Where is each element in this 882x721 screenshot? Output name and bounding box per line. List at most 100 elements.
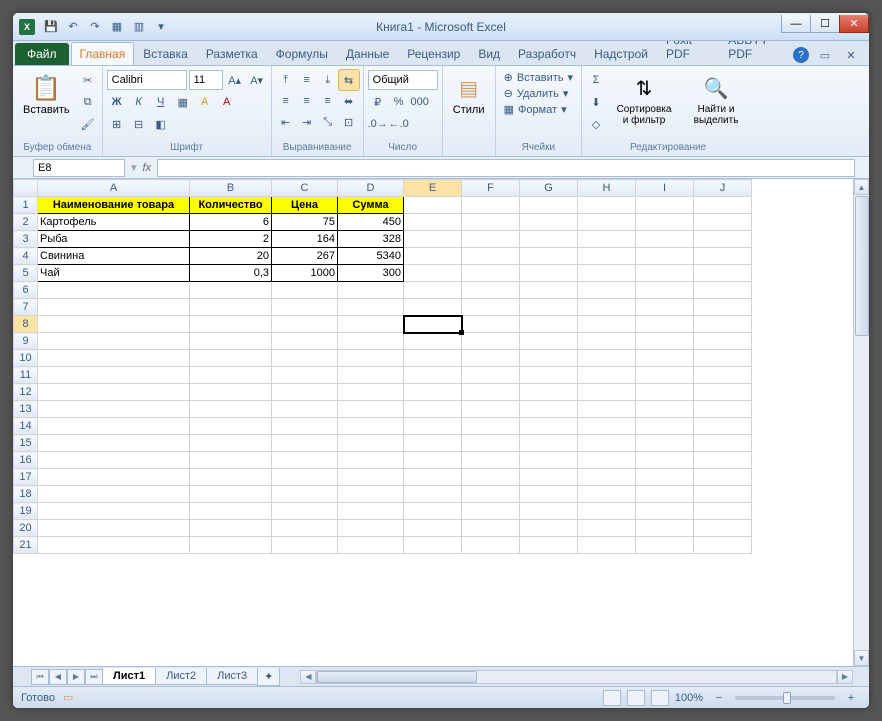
cell[interactable] <box>694 384 752 401</box>
sheet-tab[interactable]: Лист3 <box>206 668 258 685</box>
cell[interactable] <box>636 214 694 231</box>
row-header[interactable]: 2 <box>14 214 38 231</box>
cell[interactable] <box>272 282 338 299</box>
find-select-button[interactable]: 🔍 Найти и выделить <box>682 70 750 128</box>
tab-layout[interactable]: Разметка <box>197 42 267 65</box>
cell[interactable] <box>338 350 404 367</box>
cell[interactable] <box>38 401 190 418</box>
cell[interactable] <box>338 520 404 537</box>
cell[interactable] <box>520 197 578 214</box>
cell[interactable] <box>190 537 272 554</box>
help-icon[interactable]: ? <box>793 47 809 63</box>
column-header[interactable]: I <box>636 180 694 197</box>
cell[interactable] <box>578 333 636 350</box>
cell[interactable] <box>272 333 338 350</box>
format-painter-icon[interactable]: 🖌 <box>78 114 98 134</box>
cell[interactable] <box>636 265 694 282</box>
row-header[interactable]: 16 <box>14 452 38 469</box>
column-header[interactable]: E <box>404 180 462 197</box>
cell[interactable] <box>462 418 520 435</box>
cell[interactable] <box>190 401 272 418</box>
paste-button[interactable]: 📋 Вставить <box>17 70 76 118</box>
cell[interactable] <box>190 282 272 299</box>
cell[interactable] <box>520 384 578 401</box>
tab-data[interactable]: Данные <box>337 42 398 65</box>
name-box[interactable]: E8 <box>33 159 125 177</box>
cell[interactable] <box>190 486 272 503</box>
cell[interactable]: 75 <box>272 214 338 231</box>
dec-decimal-icon[interactable]: ←.0 <box>389 114 409 134</box>
cell[interactable] <box>462 401 520 418</box>
fill-icon[interactable]: ◧ <box>151 114 171 134</box>
column-header[interactable]: G <box>520 180 578 197</box>
close-button[interactable]: ✕ <box>839 15 869 33</box>
scroll-down-icon[interactable]: ▼ <box>854 650 869 666</box>
tab-home[interactable]: Главная <box>71 42 135 65</box>
formula-input[interactable] <box>157 159 855 177</box>
cell[interactable] <box>38 333 190 350</box>
cell[interactable] <box>338 469 404 486</box>
cell[interactable] <box>38 418 190 435</box>
row-header[interactable]: 21 <box>14 537 38 554</box>
cell[interactable] <box>462 384 520 401</box>
tab-nav-first-icon[interactable]: ⏮ <box>31 669 49 685</box>
cell[interactable] <box>272 520 338 537</box>
cell[interactable]: Рыба <box>38 231 190 248</box>
cell[interactable] <box>694 401 752 418</box>
cell[interactable] <box>462 367 520 384</box>
cell[interactable] <box>578 350 636 367</box>
cell[interactable] <box>694 452 752 469</box>
cell[interactable]: Чай <box>38 265 190 282</box>
cell[interactable] <box>520 333 578 350</box>
cell[interactable] <box>38 537 190 554</box>
cut-icon[interactable]: ✂ <box>78 70 98 90</box>
cell[interactable] <box>520 418 578 435</box>
undo-icon[interactable]: ↶ <box>63 17 83 37</box>
cell[interactable] <box>694 333 752 350</box>
cell[interactable] <box>190 350 272 367</box>
cell[interactable] <box>578 282 636 299</box>
tab-developer[interactable]: Разработч <box>509 42 585 65</box>
zoom-out-icon[interactable]: − <box>709 688 729 708</box>
cell[interactable]: Наименование товара <box>38 197 190 214</box>
cell[interactable] <box>636 520 694 537</box>
cell[interactable] <box>694 469 752 486</box>
cell[interactable]: 1000 <box>272 265 338 282</box>
row-header[interactable]: 13 <box>14 401 38 418</box>
row-header[interactable]: 1 <box>14 197 38 214</box>
bold-icon[interactable]: Ж <box>107 92 127 112</box>
align-bottom-icon[interactable]: ⤓ <box>318 70 338 90</box>
scroll-left-icon[interactable]: ◀ <box>300 670 316 684</box>
cell[interactable] <box>272 384 338 401</box>
cell[interactable] <box>404 299 462 316</box>
cell[interactable] <box>462 299 520 316</box>
autosum-icon[interactable]: Σ <box>586 70 606 90</box>
indent-inc-icon[interactable]: ⇥ <box>297 112 317 132</box>
cell[interactable]: Количество <box>190 197 272 214</box>
doc-close-icon[interactable]: ✕ <box>841 45 861 65</box>
orientation-icon[interactable]: ⤡ <box>318 112 338 132</box>
cell[interactable] <box>272 367 338 384</box>
cell[interactable] <box>462 282 520 299</box>
font-name-select[interactable]: Calibri <box>107 70 187 90</box>
number-format-select[interactable]: Общий <box>368 70 438 90</box>
cell[interactable] <box>38 435 190 452</box>
delete-cells-button[interactable]: ⊖Удалить ▾ <box>500 86 577 101</box>
align-right-icon[interactable]: ≡ <box>318 91 338 111</box>
cell[interactable]: 164 <box>272 231 338 248</box>
cell[interactable] <box>404 520 462 537</box>
qat-icon[interactable]: ▦ <box>107 17 127 37</box>
row-header[interactable]: 9 <box>14 333 38 350</box>
cell[interactable]: Сумма <box>338 197 404 214</box>
cell[interactable] <box>462 316 520 333</box>
column-header[interactable]: B <box>190 180 272 197</box>
cell[interactable] <box>338 537 404 554</box>
cell[interactable] <box>578 231 636 248</box>
cell[interactable] <box>462 248 520 265</box>
row-header[interactable]: 10 <box>14 350 38 367</box>
cell[interactable] <box>462 520 520 537</box>
align-center-icon[interactable]: ≡ <box>297 91 317 111</box>
vertical-scrollbar[interactable]: ▲ ▼ <box>853 179 869 666</box>
cell[interactable] <box>520 469 578 486</box>
column-header[interactable]: A <box>38 180 190 197</box>
